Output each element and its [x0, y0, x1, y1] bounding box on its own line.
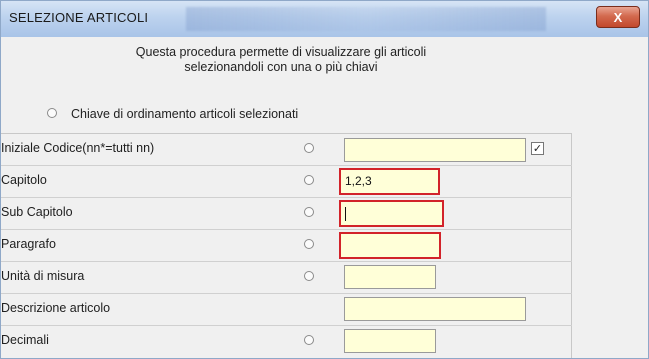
row-decimali: Decimali	[1, 326, 572, 358]
row-radio[interactable]	[304, 207, 314, 217]
row-label: Decimali	[1, 333, 49, 347]
capitolo-input[interactable]: 1,2,3	[339, 168, 440, 195]
intro-line-2: selezionandoli con una o più chiavi	[184, 60, 378, 74]
close-icon: X	[613, 9, 623, 25]
selezione-articoli-window: SELEZIONE ARTICOLI X Questa procedura pe…	[0, 0, 649, 359]
intro-line-1: Questa procedura permette di visualizzar…	[135, 45, 427, 59]
sort-option-label: Chiave di ordinamento articoli seleziona…	[71, 107, 299, 121]
decimali-input[interactable]	[344, 329, 436, 353]
row-label: Unità di misura	[1, 269, 85, 283]
row-label: Iniziale Codice(nn*=tutti nn)	[1, 141, 155, 155]
iniziale-codice-input[interactable]	[344, 138, 526, 162]
row-radio[interactable]	[304, 239, 314, 249]
window-title: SELEZIONE ARTICOLI	[9, 10, 149, 25]
row-descrizione-articolo: Descrizione articolo	[1, 294, 572, 326]
row-label: Descrizione articolo	[1, 301, 111, 315]
row-label: Capitolo	[1, 173, 47, 187]
sort-option: Chiave di ordinamento articoli seleziona…	[47, 107, 299, 121]
close-button[interactable]: X	[596, 6, 640, 28]
row-radio[interactable]	[304, 271, 314, 281]
paragrafo-input[interactable]	[339, 232, 441, 259]
title-bar: SELEZIONE ARTICOLI X	[1, 1, 648, 37]
row-label: Paragrafo	[1, 237, 56, 251]
row-capitolo: Capitolo 1,2,3	[1, 166, 572, 198]
row-label: Sub Capitolo	[1, 205, 73, 219]
row-unita-di-misura: Unità di misura	[1, 262, 572, 294]
row-radio[interactable]	[304, 143, 314, 153]
row-iniziale-codice: Iniziale Codice(nn*=tutti nn) ✓	[1, 134, 572, 166]
descrizione-articolo-input[interactable]	[344, 297, 526, 321]
sort-key-radio[interactable]	[47, 108, 57, 118]
check-icon: ✓	[532, 142, 543, 155]
row-radio[interactable]	[304, 335, 314, 345]
unita-di-misura-input[interactable]	[344, 265, 436, 289]
row-paragrafo: Paragrafo	[1, 230, 572, 262]
row-sub-capitolo: Sub Capitolo	[1, 198, 572, 230]
intro-text: Questa procedura permette di visualizzar…	[1, 45, 561, 75]
iniziale-codice-checkbox[interactable]: ✓	[531, 142, 544, 155]
sub-capitolo-input[interactable]	[339, 200, 444, 227]
text-cursor	[345, 206, 346, 221]
row-radio[interactable]	[304, 175, 314, 185]
selection-keys-table: Iniziale Codice(nn*=tutti nn) ✓ Capitolo…	[1, 133, 572, 358]
